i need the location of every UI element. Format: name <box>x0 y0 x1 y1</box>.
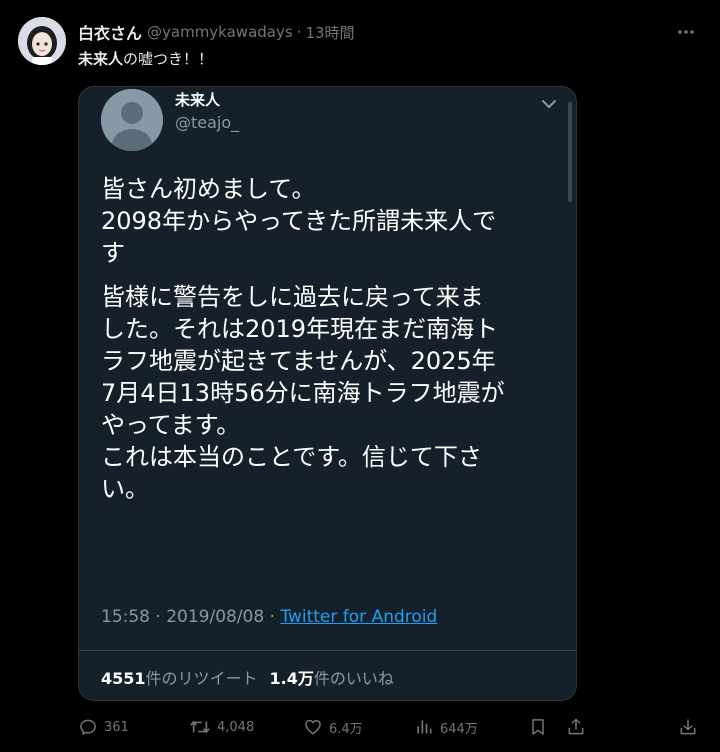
tweet-text-bold: 未来人 <box>78 50 124 68</box>
download-icon <box>680 719 696 735</box>
separator: · <box>296 23 302 41</box>
quoted-line: 皆様に警告をしに過去に戻って来ま <box>101 283 484 311</box>
quoted-line: した。それは2019年現在まだ南海ト <box>101 315 499 343</box>
display-name[interactable]: 白衣さん <box>78 20 142 44</box>
quoted-line: 2098年からやってきた所謂未来人で <box>101 207 497 235</box>
views-count: 644万 <box>440 721 478 737</box>
user-handle[interactable]: @yammykawadays <box>147 23 293 41</box>
views-button[interactable]: 644万 <box>414 715 478 739</box>
like-icon <box>305 719 321 735</box>
quoted-retweet-count: 4551 <box>101 669 146 688</box>
quoted-handle: @teajo_ <box>175 113 240 132</box>
quoted-like-label: 件のいいね <box>313 669 394 688</box>
quoted-body: 皆さん初めまして。 2098年からやってきた所謂未来人で す 皆様に警告をしに過… <box>101 173 561 505</box>
more-icon[interactable] <box>676 22 696 42</box>
share-button[interactable] <box>566 715 586 739</box>
quoted-line: これは本当のことです。信じて下さ <box>101 443 482 471</box>
quoted-retweet-label: 件のリツイート <box>145 669 258 688</box>
quoted-line: す <box>101 239 125 267</box>
download-button[interactable] <box>678 715 698 739</box>
quoted-stats: 4551件のリツイート 1.4万件のいいね <box>101 665 394 689</box>
reply-button[interactable]: 361 <box>78 715 129 739</box>
quoted-name: 未来人 <box>175 91 221 109</box>
chevron-down-icon <box>540 95 558 113</box>
divider <box>79 650 576 651</box>
quoted-line: い。 <box>101 475 149 503</box>
tweet-text: 未来人の嘘つき！！ <box>78 48 213 70</box>
bookmark-button[interactable] <box>528 715 548 739</box>
timestamp[interactable]: 13時間 <box>305 22 354 43</box>
quoted-line: 皆さん初めまして。 <box>101 175 316 203</box>
media-image[interactable]: 未来人 @teajo_ 皆さん初めまして。 2098年からやってきた所謂未来人で… <box>78 86 577 701</box>
bookmark-icon <box>532 719 544 735</box>
scrollbar <box>568 102 572 202</box>
retweet-icon <box>190 720 210 734</box>
tweet-text-rest: の嘘つき！！ <box>123 50 214 68</box>
retweet-count: 4,048 <box>217 719 255 735</box>
reply-icon <box>80 719 96 735</box>
quoted-line: やってます。 <box>101 411 241 439</box>
share-icon <box>568 718 584 735</box>
quoted-line: ラフ地震が起きてませんが、2025年 <box>101 347 496 375</box>
like-button[interactable]: 6.4万 <box>303 715 363 739</box>
views-icon <box>417 720 432 734</box>
quoted-timestamp: 15:58 · 2019/08/08 · <box>101 607 281 627</box>
action-bar: 361 4,048 6.4万 644万 <box>0 712 720 742</box>
avatar[interactable] <box>18 17 66 65</box>
quoted-meta: 15:58 · 2019/08/08 · Twitter for Android <box>101 607 437 627</box>
like-count: 6.4万 <box>329 721 363 737</box>
tweet-header: 白衣さん @yammykawadays · 13時間 <box>78 20 660 44</box>
quoted-source-link: Twitter for Android <box>280 607 438 627</box>
retweet-button[interactable]: 4,048 <box>189 715 254 739</box>
quoted-avatar <box>101 89 163 151</box>
quoted-line: 7月4日13時56分に南海トラフ地震が <box>101 379 505 407</box>
quoted-like-count: 1.4万 <box>269 669 314 688</box>
reply-count: 361 <box>104 719 129 735</box>
tweet[interactable]: 白衣さん @yammykawadays · 13時間 未来人の嘘つき！！ 未来人… <box>0 0 720 752</box>
